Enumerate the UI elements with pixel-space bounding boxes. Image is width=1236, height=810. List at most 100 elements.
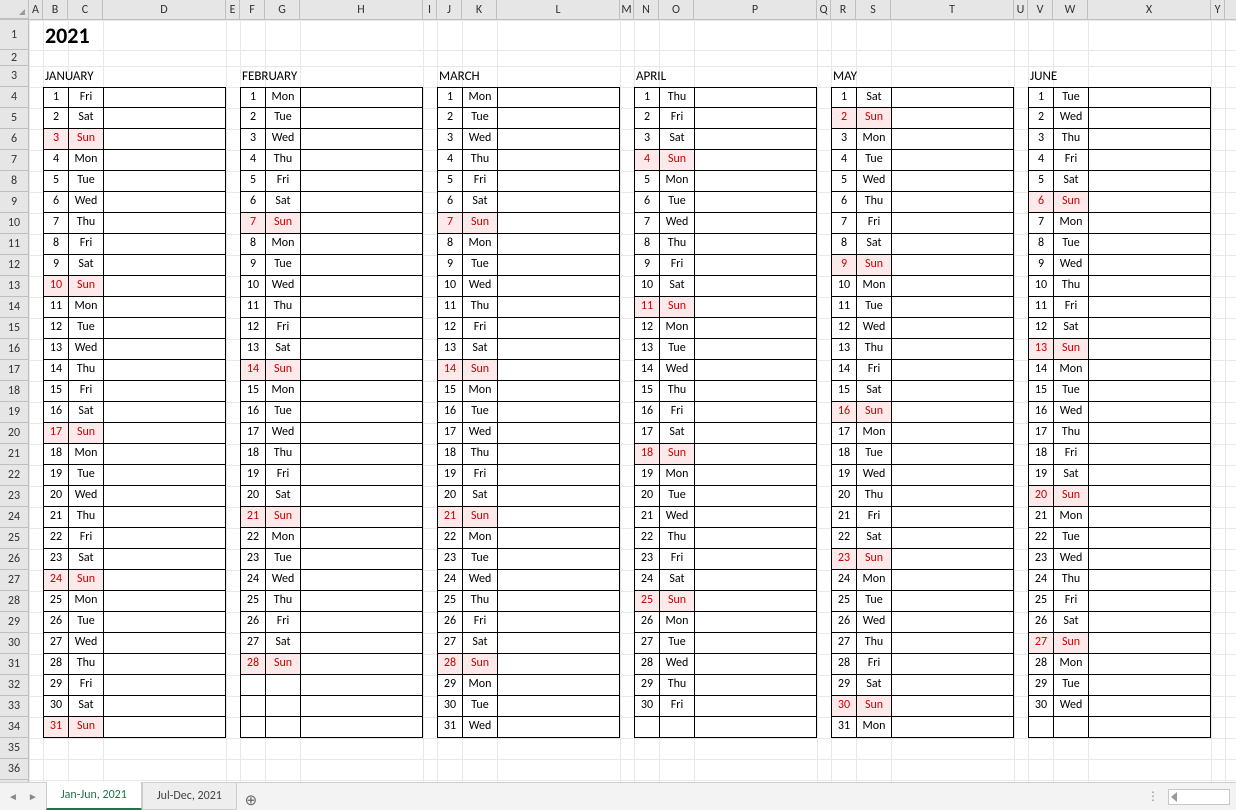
day-note-cell[interactable] [300,381,423,402]
calendar-day[interactable]: 14Wed [634,360,817,381]
column-header[interactable]: R [831,0,856,19]
calendar-day[interactable]: 22Mon [437,528,620,549]
calendar-day[interactable]: 21Wed [634,507,817,528]
calendar-day[interactable]: 20Tue [634,486,817,507]
day-note-cell[interactable] [1088,150,1211,171]
calendar-day[interactable]: 30Wed [1028,696,1211,717]
calendar-day[interactable]: 24Sat [634,570,817,591]
day-note-cell[interactable] [300,570,423,591]
calendar-day[interactable]: 10Wed [240,276,423,297]
day-note-cell[interactable] [300,444,423,465]
day-note-cell[interactable] [497,339,620,360]
calendar-day[interactable]: 22Tue [1028,528,1211,549]
day-note-cell[interactable] [497,549,620,570]
calendar-day[interactable]: 4Fri [1028,150,1211,171]
day-note-cell[interactable] [300,717,423,738]
day-note-cell[interactable] [694,423,817,444]
column-header[interactable]: G [265,0,300,19]
calendar-day[interactable]: 18Fri [1028,444,1211,465]
day-note-cell[interactable] [891,297,1014,318]
calendar-day[interactable]: 30Sat [43,696,226,717]
calendar-day[interactable]: 4Sun [634,150,817,171]
calendar-day[interactable]: 5Fri [437,171,620,192]
calendar-day[interactable]: 21Sun [240,507,423,528]
row-header[interactable]: 17 [0,360,28,381]
day-note-cell[interactable] [891,570,1014,591]
day-note-cell[interactable] [891,486,1014,507]
row-header[interactable]: 3 [0,66,28,87]
day-note-cell[interactable] [891,549,1014,570]
day-note-cell[interactable] [891,381,1014,402]
calendar-day[interactable]: 13Tue [634,339,817,360]
calendar-day[interactable]: 7Fri [831,213,1014,234]
day-note-cell[interactable] [103,108,226,129]
calendar-day[interactable]: 14Sun [437,360,620,381]
day-note-cell[interactable] [300,360,423,381]
day-note-cell[interactable] [694,129,817,150]
column-header[interactable]: N [634,0,659,19]
calendar-day[interactable]: 24Wed [437,570,620,591]
calendar-day[interactable]: 25Tue [831,591,1014,612]
calendar-day[interactable]: 15Fri [43,381,226,402]
calendar-day[interactable]: 5Tue [43,171,226,192]
calendar-day[interactable]: 11Thu [437,297,620,318]
day-note-cell[interactable] [891,150,1014,171]
day-note-cell[interactable] [891,591,1014,612]
day-note-cell[interactable] [103,150,226,171]
calendar-day[interactable]: 14Mon [1028,360,1211,381]
calendar-day[interactable]: 17Wed [437,423,620,444]
calendar-day[interactable]: 13Sun [1028,339,1211,360]
calendar-day[interactable]: 6Sat [437,192,620,213]
day-note-cell[interactable] [497,255,620,276]
calendar-day[interactable]: 15Tue [1028,381,1211,402]
calendar-day[interactable]: 7Thu [43,213,226,234]
day-note-cell[interactable] [891,108,1014,129]
calendar-day[interactable]: 1Sat [831,87,1014,108]
calendar-day[interactable]: 21Mon [1028,507,1211,528]
day-note-cell[interactable] [694,675,817,696]
calendar-day[interactable]: 29Fri [43,675,226,696]
calendar-day[interactable]: 30Fri [634,696,817,717]
day-note-cell[interactable] [300,129,423,150]
day-note-cell[interactable] [300,675,423,696]
day-note-cell[interactable] [103,297,226,318]
day-note-cell[interactable] [694,213,817,234]
tab-nav-next-icon[interactable]: ► [28,790,38,803]
day-note-cell[interactable] [1088,276,1211,297]
day-note-cell[interactable] [1088,360,1211,381]
day-note-cell[interactable] [891,276,1014,297]
day-note-cell[interactable] [694,402,817,423]
calendar-day[interactable]: 23Fri [634,549,817,570]
calendar-day[interactable]: 4Thu [240,150,423,171]
day-note-cell[interactable] [891,192,1014,213]
column-header[interactable]: L [497,0,620,19]
calendar-day[interactable]: 3Mon [831,129,1014,150]
calendar-day[interactable]: 1Thu [634,87,817,108]
day-note-cell[interactable] [1088,381,1211,402]
day-note-cell[interactable] [1088,87,1211,108]
calendar-day[interactable]: 17Wed [240,423,423,444]
day-note-cell[interactable] [1088,255,1211,276]
day-note-cell[interactable] [694,444,817,465]
day-note-cell[interactable] [891,654,1014,675]
calendar-day[interactable]: 26Mon [634,612,817,633]
day-note-cell[interactable] [103,129,226,150]
day-note-cell[interactable] [300,633,423,654]
column-header[interactable]: W [1053,0,1088,19]
column-header[interactable]: Q [817,0,831,19]
row-header[interactable]: 8 [0,171,28,192]
calendar-day[interactable]: 13Sat [240,339,423,360]
day-note-cell[interactable] [891,423,1014,444]
column-header[interactable]: O [659,0,694,19]
calendar-day[interactable]: 19Mon [634,465,817,486]
day-note-cell[interactable] [497,297,620,318]
column-header[interactable]: F [240,0,265,19]
day-note-cell[interactable] [1088,465,1211,486]
row-header[interactable]: 25 [0,528,28,549]
calendar-day[interactable]: 2Fri [634,108,817,129]
day-note-cell[interactable] [1088,192,1211,213]
day-note-cell[interactable] [891,339,1014,360]
day-note-cell[interactable] [694,591,817,612]
day-note-cell[interactable] [1088,486,1211,507]
calendar-day[interactable]: 1Tue [1028,87,1211,108]
